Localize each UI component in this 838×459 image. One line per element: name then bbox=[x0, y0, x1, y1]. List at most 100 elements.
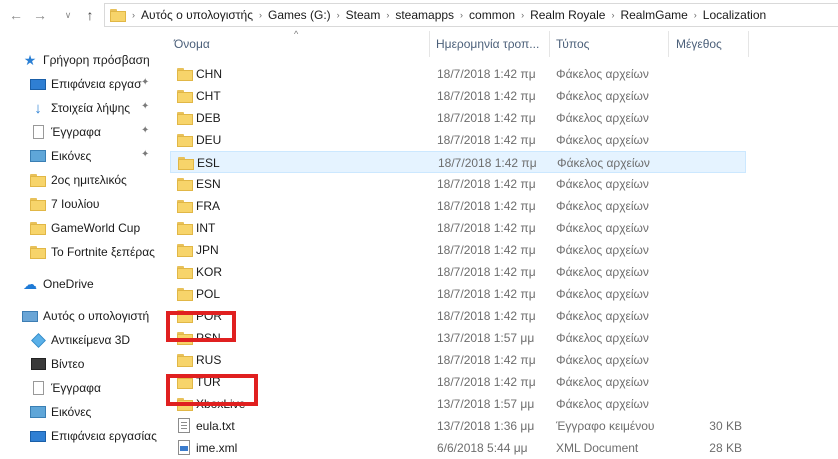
file-name: ime.xml bbox=[196, 441, 238, 455]
file-row[interactable]: POL 18/7/2018 1:42 πμ Φάκελος αρχείων bbox=[170, 283, 746, 305]
file-list: ^ Όνομα Ημερομηνία τροπ... Τύπος Μέγεθος… bbox=[160, 29, 838, 455]
file-row[interactable]: eula.txt 13/7/2018 1:36 μμ Έγγραφο κειμένο… bbox=[170, 415, 746, 437]
back-arrow-icon[interactable]: ← bbox=[8, 7, 24, 23]
breadcrumb-item[interactable]: Localization bbox=[703, 8, 766, 22]
file-name: ESL bbox=[197, 156, 220, 170]
file-row[interactable]: POR 18/7/2018 1:42 πμ Φάκελος αρχείων bbox=[170, 305, 746, 327]
file-row[interactable]: INT 18/7/2018 1:42 πμ Φάκελος αρχείων bbox=[170, 217, 746, 239]
folder-icon bbox=[177, 222, 193, 235]
sidebar-onedrive[interactable]: ☁ OneDrive bbox=[0, 272, 158, 296]
breadcrumb-chevron-icon[interactable]: › bbox=[259, 10, 262, 20]
folder-icon bbox=[30, 172, 46, 188]
breadcrumb-item[interactable]: steamapps bbox=[395, 8, 454, 22]
sidebar-quick-access[interactable]: ★ Γρήγορη πρόσβαση bbox=[0, 48, 158, 72]
sidebar-this-pc[interactable]: Αυτός ο υπολογιστή bbox=[0, 304, 158, 328]
breadcrumb-item[interactable]: Realm Royale bbox=[530, 8, 605, 22]
sidebar-item-quick[interactable]: 7 Ιουλίου bbox=[0, 192, 158, 216]
sidebar-item-quick[interactable]: Το Fortnite ξεπέρας bbox=[0, 240, 158, 264]
sidebar-item-pc[interactable]: Επιφάνεια εργασίας bbox=[0, 424, 158, 447]
recent-chevron-icon[interactable]: ∨ bbox=[60, 7, 76, 23]
sidebar-item-quick[interactable]: Επιφάνεια εργασ ✦ bbox=[0, 72, 158, 96]
column-type[interactable]: Τύπος bbox=[556, 37, 589, 51]
column-divider[interactable] bbox=[429, 31, 430, 57]
breadcrumb-chevron-icon[interactable]: › bbox=[694, 10, 697, 20]
sidebar-item-label: Αντικείμενα 3D bbox=[51, 333, 131, 347]
breadcrumb-item[interactable]: Steam bbox=[346, 8, 381, 22]
column-divider[interactable] bbox=[549, 31, 550, 57]
file-date: 6/6/2018 5:44 μμ bbox=[437, 441, 528, 455]
file-name: FRA bbox=[196, 199, 220, 213]
file-row[interactable]: ESL 18/7/2018 1:42 πμ Φάκελος αρχείων bbox=[170, 151, 746, 173]
file-date: 18/7/2018 1:42 πμ bbox=[437, 243, 536, 257]
download-icon: ↓ bbox=[34, 99, 42, 117]
file-date: 18/7/2018 1:42 πμ bbox=[437, 89, 536, 103]
breadcrumb-chevron-icon[interactable]: › bbox=[386, 10, 389, 20]
sidebar-item-quick[interactable]: GameWorld Cup bbox=[0, 216, 158, 240]
breadcrumb-chevron-icon[interactable]: › bbox=[611, 10, 614, 20]
file-row[interactable]: FRA 18/7/2018 1:42 πμ Φάκελος αρχείων bbox=[170, 195, 746, 217]
sidebar-item-pc[interactable]: Βίντεο bbox=[0, 352, 158, 376]
highlight-box-psn bbox=[166, 311, 236, 342]
file-name: POL bbox=[196, 287, 221, 301]
sidebar-item-label: Το Fortnite ξεπέρας bbox=[51, 245, 155, 259]
sidebar-item-quick[interactable]: ↓ Στοιχεία λήψης ✦ bbox=[0, 96, 158, 120]
file-row[interactable]: CHN 18/7/2018 1:42 πμ Φάκελος αρχείων bbox=[170, 63, 746, 85]
sidebar-item-label: 2ος ημιτελικός bbox=[51, 173, 127, 187]
file-date: 18/7/2018 1:42 πμ bbox=[437, 133, 536, 147]
breadcrumb-item[interactable]: Games (G:) bbox=[268, 8, 331, 22]
file-row[interactable]: DEU 18/7/2018 1:42 πμ Φάκελος αρχείων bbox=[170, 129, 746, 151]
file-name: JPN bbox=[196, 243, 219, 257]
column-size[interactable]: Μέγεθος bbox=[676, 37, 722, 51]
breadcrumb-item[interactable]: common bbox=[469, 8, 515, 22]
sidebar-item-label: Γρήγορη πρόσβαση bbox=[43, 53, 150, 67]
sidebar-item-pc[interactable]: Αντικείμενα 3D bbox=[0, 328, 158, 352]
column-divider[interactable] bbox=[748, 31, 749, 57]
file-type: Φάκελος αρχείων bbox=[556, 331, 649, 345]
file-type: Φάκελος αρχείων bbox=[556, 199, 649, 213]
address-bar[interactable]: › Αυτός ο υπολογιστής › Games (G:) › Steam › st… bbox=[104, 3, 838, 27]
file-row[interactable]: CHT 18/7/2018 1:42 πμ Φάκελος αρχείων bbox=[170, 85, 746, 107]
breadcrumb-chevron-icon[interactable]: › bbox=[132, 10, 135, 20]
breadcrumb-chevron-icon[interactable]: › bbox=[337, 10, 340, 20]
file-row[interactable]: ESN 18/7/2018 1:42 πμ Φάκελος αρχείων bbox=[170, 173, 746, 195]
column-name[interactable]: Όνομα bbox=[174, 37, 210, 51]
breadcrumb-item[interactable]: Αυτός ο υπολογιστής bbox=[141, 8, 253, 22]
file-row[interactable]: KOR 18/7/2018 1:42 πμ Φάκελος αρχείων bbox=[170, 261, 746, 283]
sidebar-item-label: Βίντεο bbox=[51, 357, 85, 371]
file-date: 13/7/2018 1:57 μμ bbox=[437, 331, 535, 345]
text-file-icon bbox=[178, 418, 190, 433]
breadcrumb-item[interactable]: RealmGame bbox=[620, 8, 687, 22]
pin-icon: ✦ bbox=[141, 125, 150, 136]
file-type: Φάκελος αρχείων bbox=[556, 89, 649, 103]
sidebar-item-pc[interactable]: Εικόνες bbox=[0, 400, 158, 424]
sidebar-item-quick[interactable]: Εικόνες ✦ bbox=[0, 144, 158, 168]
file-row[interactable]: DEB 18/7/2018 1:42 πμ Φάκελος αρχείων bbox=[170, 107, 746, 129]
breadcrumb-chevron-icon[interactable]: › bbox=[521, 10, 524, 20]
sidebar-item-label: OneDrive bbox=[43, 277, 94, 291]
cube-3d-icon bbox=[30, 332, 46, 348]
up-arrow-icon[interactable]: ↑ bbox=[82, 7, 98, 23]
file-row[interactable]: RUS 18/7/2018 1:42 πμ Φάκελος αρχείων bbox=[170, 349, 746, 371]
file-row[interactable]: JPN 18/7/2018 1:42 πμ Φάκελος αρχείων bbox=[170, 239, 746, 261]
file-date: 18/7/2018 1:42 πμ bbox=[437, 221, 536, 235]
file-name: KOR bbox=[196, 265, 223, 279]
sidebar-item-quick[interactable]: Έγγραφα ✦ bbox=[0, 120, 158, 144]
sidebar-item-quick[interactable]: 2ος ημιτελικός bbox=[0, 168, 158, 192]
breadcrumb: › Αυτός ο υπολογιστής › Games (G:) › Steam › st… bbox=[126, 4, 766, 26]
file-date: 18/7/2018 1:42 πμ bbox=[437, 287, 536, 301]
file-date: 13/7/2018 1:36 μμ bbox=[437, 419, 535, 433]
column-date[interactable]: Ημερομηνία τροπ... bbox=[436, 37, 539, 51]
document-icon bbox=[30, 380, 46, 396]
breadcrumb-chevron-icon[interactable]: › bbox=[460, 10, 463, 20]
sidebar-item-pc[interactable]: Έγγραφα bbox=[0, 376, 158, 400]
video-icon bbox=[30, 356, 46, 372]
folder-icon bbox=[177, 244, 193, 257]
file-row[interactable]: ime.xml 6/6/2018 5:44 μμ XML Document 28 KB bbox=[170, 437, 746, 459]
sidebar-item-label: Εικόνες bbox=[51, 149, 92, 163]
file-name: CHN bbox=[196, 67, 222, 81]
forward-arrow-icon[interactable]: → bbox=[32, 7, 48, 23]
file-row[interactable]: PSN 13/7/2018 1:57 μμ Φάκελος αρχείων bbox=[170, 327, 746, 349]
file-name: DEU bbox=[196, 133, 222, 147]
cloud-icon: ☁ bbox=[23, 275, 37, 292]
column-divider[interactable] bbox=[668, 31, 669, 57]
